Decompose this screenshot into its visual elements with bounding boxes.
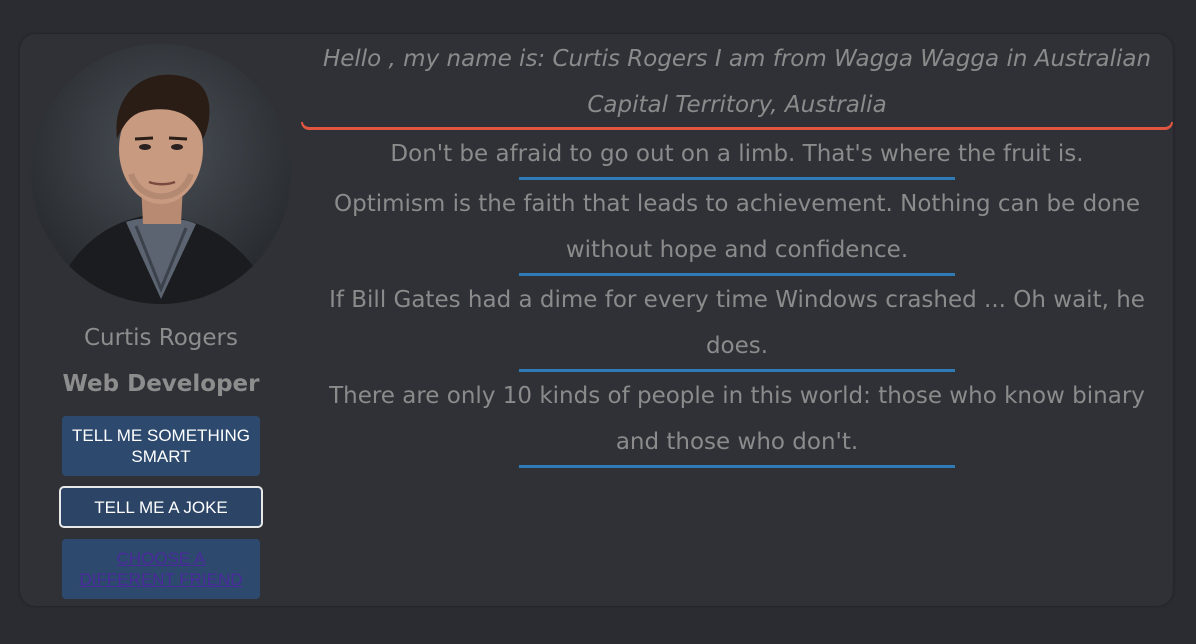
quote-list: Don't be afraid to go out on a limb. Tha… — [302, 131, 1172, 469]
greeting-text: Hello , my name is: Curtis Rogers I am f… — [322, 46, 1152, 118]
avatar — [31, 44, 291, 304]
tell-me-a-joke-button[interactable]: TELL ME A JOKE — [59, 486, 263, 528]
quote-divider — [519, 273, 955, 276]
quote-item: If Bill Gates had a dime for every time … — [329, 287, 1145, 359]
profile-name: Curtis Rogers — [83, 325, 238, 351]
quote-divider — [519, 369, 955, 372]
quote-divider — [519, 177, 955, 180]
quote-item: Optimism is the faith that leads to achi… — [333, 191, 1140, 263]
avatar-photo — [51, 74, 276, 304]
choose-different-friend-link[interactable]: CHOOSE A DIFFERENT FRIEND — [62, 539, 260, 599]
quote-item: There are only 10 kinds of people in thi… — [329, 383, 1145, 455]
greeting-underline — [301, 122, 1173, 130]
quote-item: Don't be afraid to go out on a limb. Tha… — [390, 141, 1084, 167]
quote-divider — [519, 465, 955, 468]
tell-me-something-smart-button[interactable]: TELL ME SOMETHING SMART — [62, 416, 260, 476]
profile-role: Web Developer — [62, 371, 260, 397]
